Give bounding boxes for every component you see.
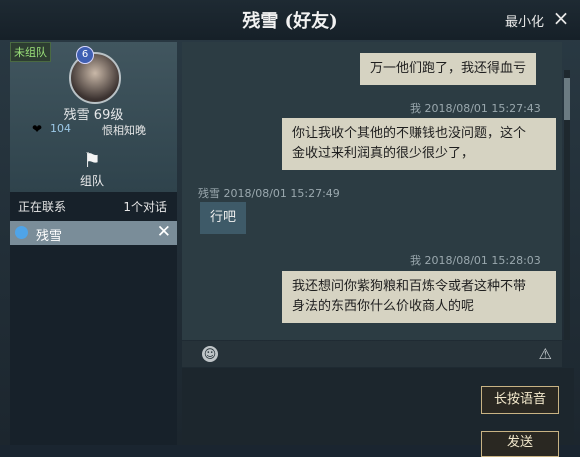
contact-name: 残雪 [36,229,63,244]
message-line: 金收过来利润真的很少很少了， [292,146,475,161]
contact-header-label: 正在联系 [18,200,67,214]
minimize-button[interactable]: 最小化 [505,11,544,30]
send-button[interactable]: 发送 [481,431,559,457]
message-bubble: 万一他们跑了，我还得血亏 [360,53,537,85]
report-icon[interactable]: ⚠ [539,345,552,363]
message-line: 你让我收个其他的不赚钱也没问题，这个 [292,126,527,141]
message-bubble: 行吧 [200,202,247,234]
team-button-label: 组队 [79,174,104,188]
close-icon[interactable]: × [551,6,571,30]
input-toolbar: ☺ ⚠ [182,341,562,367]
intimacy-value: 104 [50,122,71,135]
scroll-thumb[interactable] [564,78,570,120]
voice-button[interactable]: 长按语音 [481,386,559,414]
message-line: 我还想问你紫狗粮和百炼令或者这种不带 [292,279,527,294]
title-bar: 残雪 (好友) 最小化 × [0,0,580,40]
contact-header: 正在联系 1个对话 [10,196,177,216]
message-list[interactable]: 万一他们跑了，我还得血亏 我 2018/08/01 15:27:43 你让我收个… [182,42,562,340]
close-icon[interactable]: ✕ [157,222,171,242]
scrollbar[interactable] [564,70,570,340]
contact-item[interactable]: 残雪 ✕ [10,221,177,245]
heart-icon: ❤ [32,122,43,136]
class-badge-icon: 6 [76,46,94,64]
emoji-icon[interactable]: ☺ [202,346,218,362]
message-bubble: 你让我收个其他的不赚钱也没问题，这个 金收过来利润真的很少很少了， [282,118,556,170]
message-line: 身法的东西你什么价收商人的呢 [292,299,475,314]
friend-name: 残雪 [63,108,90,123]
chat-window: 残雪 (好友) 最小化 × 未组队 6 残雪 69级 ❤ 104 恨相知晚 ⚑ … [0,0,580,457]
left-panel: 未组队 6 残雪 69级 ❤ 104 恨相知晚 ⚑ 组队 正在联系 1个对话 残… [10,42,177,445]
team-button[interactable]: ⚑ 组队 [72,148,112,192]
message-meta: 我 2018/08/01 15:28:03 [410,254,541,267]
friend-stats: ❤ 104 恨相知晚 [10,122,177,138]
contact-status-icon [15,226,28,239]
message-bubble: 我还想问你紫狗粮和百炼令或者这种不带 身法的东西你什么价收商人的呢 [282,271,556,323]
window-title: 残雪 (好友) [242,11,338,32]
message-meta: 残雪 2018/08/01 15:27:49 [198,187,340,200]
friend-name-level: 残雪 69级 [10,104,177,123]
friend-level: 69级 [93,108,124,123]
relation-title: 恨相知晚 [102,124,146,137]
team-status-tag: 未组队 [10,42,51,62]
conversation-count: 1个对话 [123,200,167,214]
message-meta: 我 2018/08/01 15:27:43 [410,102,541,115]
friend-profile: 未组队 6 残雪 69级 ❤ 104 恨相知晚 ⚑ 组队 [10,42,177,192]
team-icon: ⚑ [83,148,101,172]
